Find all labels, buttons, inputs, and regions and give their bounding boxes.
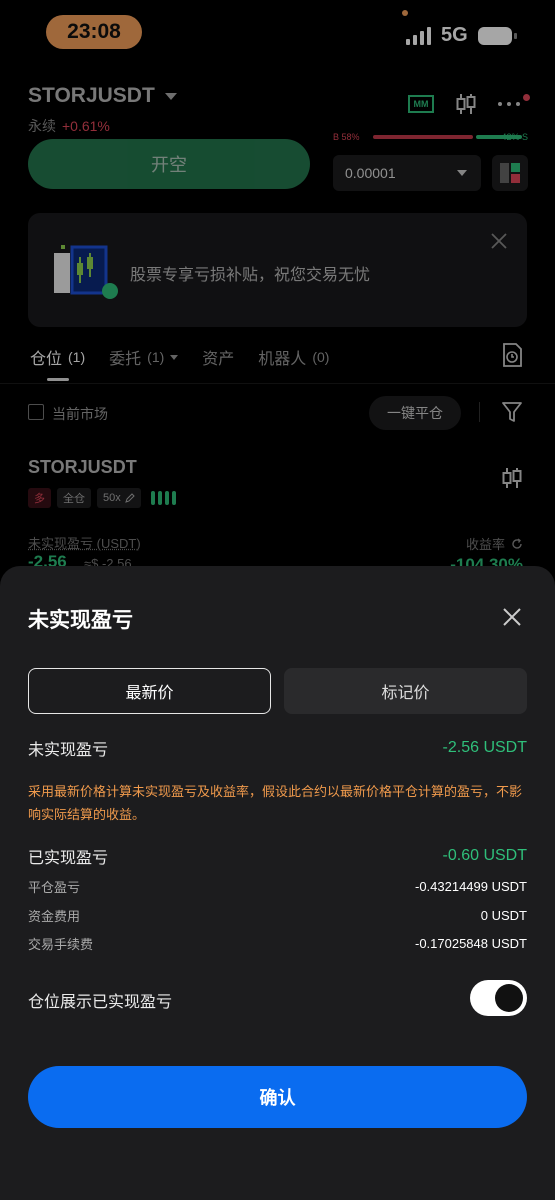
show-realized-pnl-row: 仓位展示已实现盈亏 bbox=[28, 988, 448, 1012]
close-icon[interactable] bbox=[502, 607, 522, 627]
toggle-label: 仓位展示已实现盈亏 bbox=[28, 994, 173, 1011]
detail-label: 交易手续费 bbox=[28, 937, 94, 952]
unrealized-value: -2.56 USDT bbox=[442, 739, 527, 756]
closing-pnl-row: 平仓盈亏 -0.43214499 USDT bbox=[28, 877, 527, 896]
confirm-button[interactable]: 确认 bbox=[28, 1066, 527, 1128]
unrealized-label: 未实现盈亏 bbox=[28, 742, 109, 759]
toggle-knob bbox=[495, 984, 523, 1012]
show-realized-pnl-toggle[interactable] bbox=[470, 980, 527, 1016]
unrealized-pnl-row: 未实现盈亏 -2.56 USDT bbox=[28, 736, 527, 760]
unrealized-pnl-sheet: 未实现盈亏 最新价 标记价 未实现盈亏 -2.56 USDT 采用最新价格计算未… bbox=[0, 566, 555, 1200]
trading-fee-row: 交易手续费 -0.17025848 USDT bbox=[28, 934, 527, 953]
calculation-note: 采用最新价格计算未实现盈亏及收益率，假设此合约以最新价格平仓计算的盈亏，不影响实… bbox=[28, 784, 523, 822]
sheet-title: 未实现盈亏 bbox=[28, 609, 133, 632]
latest-price-option[interactable]: 最新价 bbox=[28, 668, 271, 714]
detail-value: -0.17025848 USDT bbox=[414, 936, 527, 951]
mark-price-option[interactable]: 标记价 bbox=[284, 668, 527, 714]
detail-value: -0.43214499 USDT bbox=[414, 879, 527, 894]
realized-value: -0.60 USDT bbox=[442, 847, 527, 864]
funding-fee-row: 资金费用 0 USDT bbox=[28, 906, 527, 925]
detail-label: 资金费用 bbox=[28, 909, 81, 924]
realized-pnl-row: 已实现盈亏 -0.60 USDT bbox=[28, 844, 527, 868]
detail-value: 0 USDT bbox=[480, 908, 527, 923]
detail-label: 平仓盈亏 bbox=[28, 880, 81, 895]
realized-label: 已实现盈亏 bbox=[28, 850, 109, 867]
